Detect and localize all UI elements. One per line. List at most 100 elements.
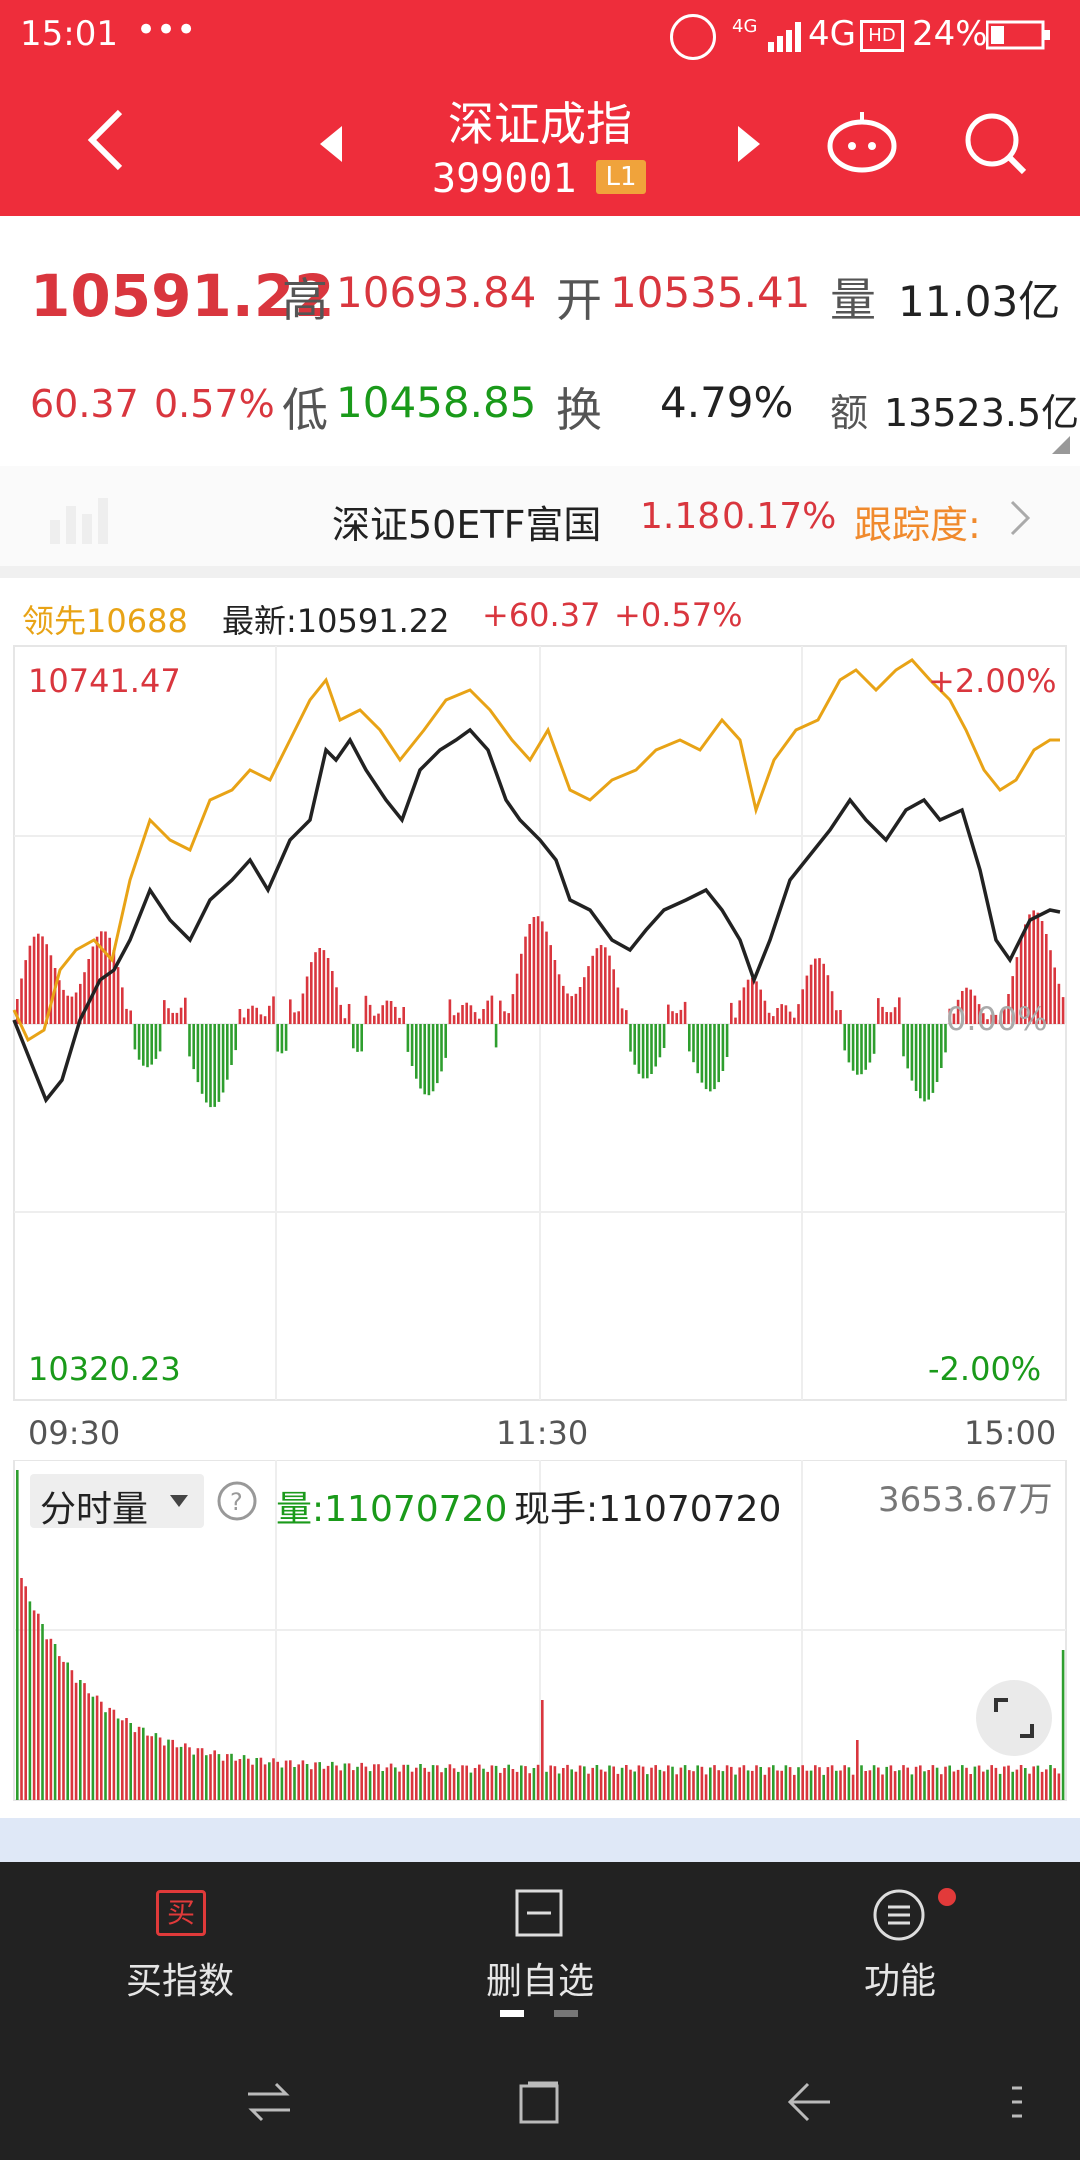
volume-bar [406,1764,410,1800]
sell-bar [919,1024,922,1099]
sell-bar [431,1024,435,1092]
volume-bar [667,1765,670,1800]
promo-banner-strip[interactable] [0,1818,1080,1862]
buy-bar [574,993,578,1024]
functions-tab[interactable]: 功能 [780,1862,1020,2012]
volume-bar [973,1766,977,1800]
buy-index-tab[interactable]: 买 买指数 [60,1862,300,2012]
volume-bar [746,1770,750,1800]
buy-bar [473,1012,477,1024]
buy-bar [163,1000,166,1024]
sell-bar [931,1024,935,1093]
volume-bar [444,1767,447,1800]
buy-bar [604,947,607,1024]
volume-bar [969,1774,972,1800]
volume-bar [62,1661,65,1800]
etf-link-bar[interactable]: 深证50ETF富国 1.18 0.17% 跟踪度: [0,466,1080,566]
sell-bar [662,1024,666,1048]
buy-bar [612,969,615,1024]
volume-bar [289,1760,292,1800]
buy-bar [175,1012,179,1024]
volume-bar [314,1762,317,1800]
volume-bar [100,1701,103,1800]
buy-bar [398,1017,401,1024]
expand-corner-icon[interactable] [1052,436,1070,458]
battery-percent: 24% [912,14,988,54]
buy-bar [814,958,817,1024]
buy-bar [620,1008,624,1024]
buy-bar [490,995,494,1024]
change-value: 60.37 [30,382,139,426]
sell-bar [427,1024,431,1096]
volume-bar [1036,1765,1040,1800]
volume-bar [557,1773,561,1800]
turnover-value: 4.79% [660,378,794,427]
volume-bar [58,1656,61,1800]
back-icon[interactable] [86,108,126,176]
volume-bar [16,1470,19,1800]
volume-bar [478,1764,481,1800]
volume-bar [646,1774,649,1800]
selector-label: 分时量 [40,1489,149,1530]
volume-bar [247,1758,250,1800]
buy-bar [801,989,804,1024]
page-title: 深证成指 [448,97,632,151]
intraday-price-chart[interactable] [0,640,1080,1420]
volume-bar [826,1767,830,1800]
buy-bar [759,989,762,1024]
volume-bar [772,1765,775,1800]
bottom-tab-bar: 买 买指数 删自选 功能 [0,1862,1080,2042]
volume-bar [755,1765,758,1800]
sell-bar [406,1024,410,1052]
sell-bar [906,1024,909,1069]
volume-bar [343,1763,347,1800]
question-icon[interactable]: ? [216,1480,258,1526]
volume-bar [641,1766,645,1800]
robot-assistant-icon[interactable] [826,110,898,178]
volume-bar [272,1758,275,1800]
volume-bar [898,1770,901,1800]
sell-bar [864,1024,867,1070]
volume-bar [784,1765,788,1800]
volume-bar [108,1707,111,1800]
buy-bar [116,967,120,1024]
buy-bar [507,1013,510,1024]
volume-bar [326,1765,330,1800]
notification-dot [938,1888,956,1906]
volume-bar [952,1771,956,1800]
home-icon[interactable] [518,2080,562,2128]
fullscreen-icon[interactable] [974,1678,1054,1762]
amount-value: 13523.5亿 [884,391,1080,435]
sell-bar [352,1024,355,1049]
buy-bar [24,960,27,1024]
volume-label: 量:11070720 [276,1489,508,1530]
remove-watchlist-tab[interactable]: 删自选 [420,1862,660,2012]
menu-dots-icon[interactable] [1010,2082,1024,2126]
volume-bar [809,1770,813,1800]
switch-app-icon[interactable] [246,2082,292,2126]
buy-bar [331,971,334,1024]
volume-bar [398,1771,401,1800]
volume-bar [175,1747,179,1800]
sell-bar [423,1024,426,1095]
volume-bar [45,1639,48,1800]
sell-bar [356,1024,359,1052]
sell-bar [696,1024,699,1074]
buy-bar [305,976,309,1024]
buy-bar [87,959,90,1024]
volume-bar [347,1763,351,1800]
back-nav-icon[interactable] [786,2082,832,2126]
volume-bar [818,1767,821,1800]
next-stock-icon[interactable] [736,124,762,168]
volume-type-selector[interactable]: 分时量 [30,1474,204,1530]
buy-bar [469,1005,473,1024]
search-icon[interactable] [960,108,1030,182]
volume-bar [394,1767,397,1800]
chevron-right-icon[interactable] [1010,500,1032,540]
system-navigation-bar [0,2042,1080,2160]
sell-bar [146,1024,149,1068]
volume-bar [448,1764,452,1800]
buy-bar [1061,997,1065,1024]
volume-bar [767,1767,771,1800]
volume-bar [410,1771,414,1800]
